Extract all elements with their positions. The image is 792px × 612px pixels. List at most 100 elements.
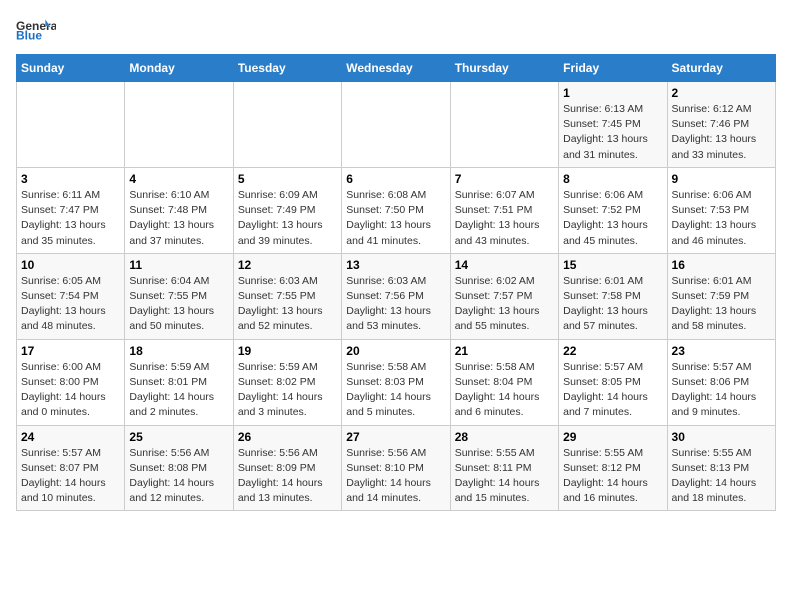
- day-number: 27: [346, 430, 445, 444]
- calendar-cell: [450, 82, 558, 168]
- day-detail: Sunrise: 6:08 AM Sunset: 7:50 PM Dayligh…: [346, 189, 431, 247]
- calendar-cell: 13 Sunrise: 6:03 AM Sunset: 7:56 PM Dayli…: [342, 253, 450, 339]
- week-row-1: 3 Sunrise: 6:11 AM Sunset: 7:47 PM Daylig…: [17, 167, 776, 253]
- calendar-cell: 22 Sunrise: 5:57 AM Sunset: 8:05 PM Dayli…: [559, 339, 667, 425]
- day-number: 4: [129, 172, 228, 186]
- day-number: 18: [129, 344, 228, 358]
- calendar-cell: 8 Sunrise: 6:06 AM Sunset: 7:52 PM Daylig…: [559, 167, 667, 253]
- calendar-cell: 15Sunrise: 6:01 AM Sunset: 7:58 PM Dayli…: [559, 253, 667, 339]
- calendar-cell: 25Sunrise: 5:56 AM Sunset: 8:08 PM Dayli…: [125, 425, 233, 511]
- week-row-4: 24 Sunrise: 5:57 AM Sunset: 8:07 PM Dayli…: [17, 425, 776, 511]
- day-detail: Sunrise: 5:57 AM Sunset: 8:07 PM Dayligh…: [21, 447, 106, 505]
- calendar-cell: 17 Sunrise: 6:00 AM Sunset: 8:00 PM Dayli…: [17, 339, 125, 425]
- day-detail: Sunrise: 5:59 AM Sunset: 8:02 PM Dayligh…: [238, 361, 323, 419]
- day-number: 3: [21, 172, 120, 186]
- calendar-cell: 4 Sunrise: 6:10 AM Sunset: 7:48 PM Daylig…: [125, 167, 233, 253]
- day-detail: Sunrise: 6:01 AM Sunset: 7:59 PM Dayligh…: [672, 275, 757, 333]
- calendar-cell: 19Sunrise: 5:59 AM Sunset: 8:02 PM Dayli…: [233, 339, 341, 425]
- day-detail: Sunrise: 5:57 AM Sunset: 8:05 PM Dayligh…: [563, 361, 648, 419]
- calendar-cell: [342, 82, 450, 168]
- header-row: SundayMondayTuesdayWednesdayThursdayFrid…: [17, 55, 776, 82]
- day-detail: Sunrise: 6:10 AM Sunset: 7:48 PM Dayligh…: [129, 189, 214, 247]
- page-header: General Blue: [16, 16, 776, 44]
- calendar-cell: 1 Sunrise: 6:13 AM Sunset: 7:45 PM Daylig…: [559, 82, 667, 168]
- day-detail: Sunrise: 5:56 AM Sunset: 8:10 PM Dayligh…: [346, 447, 431, 505]
- calendar-cell: 14 Sunrise: 6:02 AM Sunset: 7:57 PM Dayli…: [450, 253, 558, 339]
- logo: General Blue: [16, 16, 56, 44]
- day-detail: Sunrise: 5:58 AM Sunset: 8:03 PM Dayligh…: [346, 361, 431, 419]
- calendar-cell: 12 Sunrise: 6:03 AM Sunset: 7:55 PM Dayli…: [233, 253, 341, 339]
- calendar-cell: 18 Sunrise: 5:59 AM Sunset: 8:01 PM Dayli…: [125, 339, 233, 425]
- day-detail: Sunrise: 6:09 AM Sunset: 7:49 PM Dayligh…: [238, 189, 323, 247]
- calendar-cell: 21Sunrise: 5:58 AM Sunset: 8:04 PM Dayli…: [450, 339, 558, 425]
- day-detail: Sunrise: 6:06 AM Sunset: 7:53 PM Dayligh…: [672, 189, 757, 247]
- day-number: 28: [455, 430, 554, 444]
- header-wednesday: Wednesday: [342, 55, 450, 82]
- calendar-cell: 23 Sunrise: 5:57 AM Sunset: 8:06 PM Dayli…: [667, 339, 775, 425]
- calendar-cell: 7 Sunrise: 6:07 AM Sunset: 7:51 PM Daylig…: [450, 167, 558, 253]
- day-number: 23: [672, 344, 771, 358]
- day-detail: Sunrise: 5:59 AM Sunset: 8:01 PM Dayligh…: [129, 361, 214, 419]
- calendar-cell: 10Sunrise: 6:05 AM Sunset: 7:54 PM Dayli…: [17, 253, 125, 339]
- day-detail: Sunrise: 6:03 AM Sunset: 7:55 PM Dayligh…: [238, 275, 323, 333]
- day-detail: Sunrise: 6:00 AM Sunset: 8:00 PM Dayligh…: [21, 361, 106, 419]
- header-thursday: Thursday: [450, 55, 558, 82]
- day-detail: Sunrise: 6:07 AM Sunset: 7:51 PM Dayligh…: [455, 189, 540, 247]
- header-friday: Friday: [559, 55, 667, 82]
- calendar-cell: 29Sunrise: 5:55 AM Sunset: 8:12 PM Dayli…: [559, 425, 667, 511]
- day-number: 13: [346, 258, 445, 272]
- day-detail: Sunrise: 5:56 AM Sunset: 8:09 PM Dayligh…: [238, 447, 323, 505]
- logo-icon: General Blue: [16, 16, 56, 44]
- day-detail: Sunrise: 6:12 AM Sunset: 7:46 PM Dayligh…: [672, 103, 757, 161]
- day-detail: Sunrise: 6:01 AM Sunset: 7:58 PM Dayligh…: [563, 275, 648, 333]
- week-row-2: 10Sunrise: 6:05 AM Sunset: 7:54 PM Dayli…: [17, 253, 776, 339]
- calendar-table: SundayMondayTuesdayWednesdayThursdayFrid…: [16, 54, 776, 511]
- header-tuesday: Tuesday: [233, 55, 341, 82]
- calendar-cell: [233, 82, 341, 168]
- day-number: 29: [563, 430, 662, 444]
- calendar-cell: 2 Sunrise: 6:12 AM Sunset: 7:46 PM Daylig…: [667, 82, 775, 168]
- day-number: 8: [563, 172, 662, 186]
- calendar-cell: [125, 82, 233, 168]
- day-number: 7: [455, 172, 554, 186]
- day-number: 24: [21, 430, 120, 444]
- day-number: 11: [129, 258, 228, 272]
- day-detail: Sunrise: 6:05 AM Sunset: 7:54 PM Dayligh…: [21, 275, 106, 333]
- day-number: 22: [563, 344, 662, 358]
- header-saturday: Saturday: [667, 55, 775, 82]
- day-detail: Sunrise: 5:57 AM Sunset: 8:06 PM Dayligh…: [672, 361, 757, 419]
- day-number: 1: [563, 86, 662, 100]
- calendar-cell: 9Sunrise: 6:06 AM Sunset: 7:53 PM Daylig…: [667, 167, 775, 253]
- calendar-cell: 20 Sunrise: 5:58 AM Sunset: 8:03 PM Dayli…: [342, 339, 450, 425]
- day-number: 17: [21, 344, 120, 358]
- day-detail: Sunrise: 6:02 AM Sunset: 7:57 PM Dayligh…: [455, 275, 540, 333]
- week-row-0: 1 Sunrise: 6:13 AM Sunset: 7:45 PM Daylig…: [17, 82, 776, 168]
- calendar-cell: 27 Sunrise: 5:56 AM Sunset: 8:10 PM Dayli…: [342, 425, 450, 511]
- day-number: 30: [672, 430, 771, 444]
- header-monday: Monday: [125, 55, 233, 82]
- calendar-cell: 6 Sunrise: 6:08 AM Sunset: 7:50 PM Daylig…: [342, 167, 450, 253]
- day-detail: Sunrise: 6:06 AM Sunset: 7:52 PM Dayligh…: [563, 189, 648, 247]
- day-detail: Sunrise: 6:13 AM Sunset: 7:45 PM Dayligh…: [563, 103, 648, 161]
- calendar-cell: [17, 82, 125, 168]
- calendar-cell: 26Sunrise: 5:56 AM Sunset: 8:09 PM Dayli…: [233, 425, 341, 511]
- header-sunday: Sunday: [17, 55, 125, 82]
- day-detail: Sunrise: 6:04 AM Sunset: 7:55 PM Dayligh…: [129, 275, 214, 333]
- day-number: 14: [455, 258, 554, 272]
- day-number: 2: [672, 86, 771, 100]
- day-detail: Sunrise: 5:55 AM Sunset: 8:13 PM Dayligh…: [672, 447, 757, 505]
- day-number: 5: [238, 172, 337, 186]
- calendar-cell: 30 Sunrise: 5:55 AM Sunset: 8:13 PM Dayli…: [667, 425, 775, 511]
- calendar-cell: 28 Sunrise: 5:55 AM Sunset: 8:11 PM Dayli…: [450, 425, 558, 511]
- day-detail: Sunrise: 6:03 AM Sunset: 7:56 PM Dayligh…: [346, 275, 431, 333]
- day-detail: Sunrise: 6:11 AM Sunset: 7:47 PM Dayligh…: [21, 189, 106, 247]
- day-number: 20: [346, 344, 445, 358]
- calendar-cell: 3 Sunrise: 6:11 AM Sunset: 7:47 PM Daylig…: [17, 167, 125, 253]
- week-row-3: 17 Sunrise: 6:00 AM Sunset: 8:00 PM Dayli…: [17, 339, 776, 425]
- calendar-cell: 16Sunrise: 6:01 AM Sunset: 7:59 PM Dayli…: [667, 253, 775, 339]
- day-number: 12: [238, 258, 337, 272]
- day-number: 6: [346, 172, 445, 186]
- calendar-cell: 5 Sunrise: 6:09 AM Sunset: 7:49 PM Daylig…: [233, 167, 341, 253]
- day-detail: Sunrise: 5:55 AM Sunset: 8:11 PM Dayligh…: [455, 447, 540, 505]
- svg-text:Blue: Blue: [16, 28, 42, 42]
